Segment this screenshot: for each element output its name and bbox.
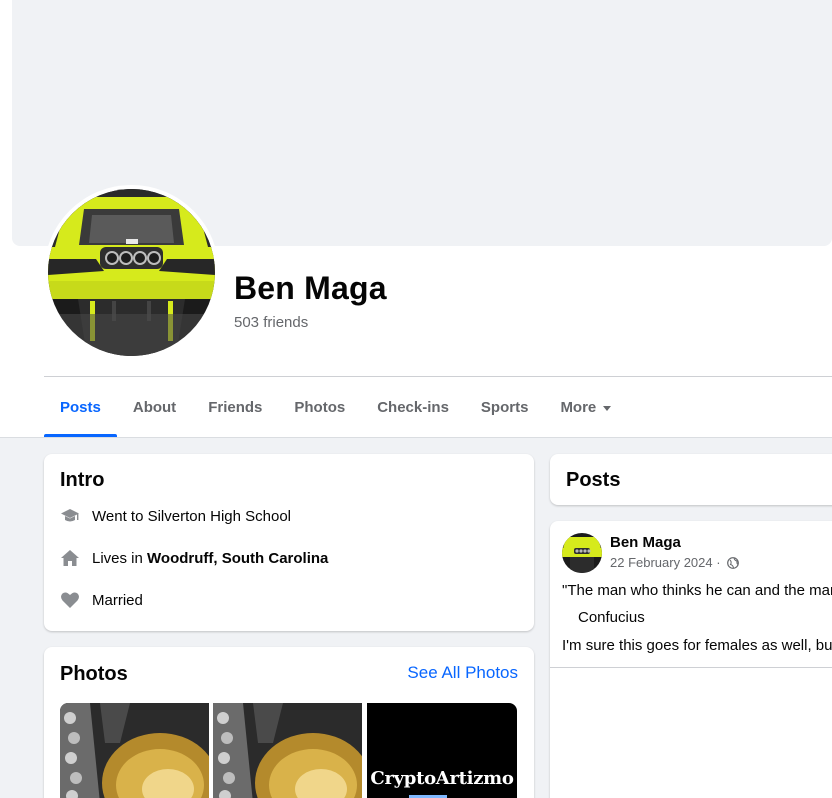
tab-label: Photos: [294, 398, 346, 416]
photo-thumbnail[interactable]: [60, 703, 209, 798]
education-text: Went to Silverton High School: [92, 507, 291, 525]
profile-name: Ben Maga: [234, 270, 387, 306]
post-card: Ben Maga 22 February 2024 · "The man who…: [550, 521, 832, 798]
tab-about[interactable]: About: [117, 377, 192, 437]
tab-check-ins[interactable]: Check-ins: [361, 377, 465, 437]
tab-label: Check-ins: [377, 398, 449, 416]
tab-label: Posts: [60, 398, 101, 416]
tab-more[interactable]: More: [544, 377, 627, 437]
post-quote: "The man who thinks he can and the man: [562, 582, 832, 599]
tab-sports[interactable]: Sports: [465, 377, 545, 437]
globe-icon: [727, 556, 740, 569]
friends-count[interactable]: 503 friends: [234, 314, 308, 331]
header-bottom-border: [0, 437, 832, 438]
heart-icon: [60, 590, 80, 610]
post-date[interactable]: 22 February 2024 ·: [610, 555, 724, 570]
posts-title: Posts: [566, 469, 621, 491]
profile-avatar[interactable]: [48, 189, 215, 356]
car-rear-avatar-image: [48, 189, 215, 356]
graduation-cap-icon: [60, 506, 80, 526]
post-meta: 22 February 2024 ·: [610, 555, 740, 570]
profile-tabs: Posts About Friends Photos Check-ins Spo…: [44, 377, 627, 437]
intro-card: Intro Went to Silverton High School Live…: [44, 454, 534, 631]
photos-title: Photos: [60, 663, 128, 685]
tab-posts[interactable]: Posts: [44, 377, 117, 437]
house-icon: [60, 548, 80, 568]
saxophone-photo-image: [213, 703, 362, 798]
lives-in-label: Lives in: [92, 549, 148, 567]
tab-label: Sports: [480, 398, 529, 416]
post-comment: I'm sure this goes for females as well, …: [562, 637, 832, 654]
post-author-avatar[interactable]: [562, 533, 602, 573]
see-all-photos-link[interactable]: See All Photos: [407, 663, 518, 683]
photos-card: Photos See All Photos CryptoArtizmo: [44, 647, 534, 798]
tab-label: About: [132, 398, 177, 416]
photo-thumbnail[interactable]: [213, 703, 362, 798]
intro-lives-in: Lives in Woodruff, South Carolina: [60, 548, 328, 568]
photo-watermark-text: CryptoArtizmo: [370, 768, 514, 789]
post-divider: [550, 667, 832, 668]
intro-education: Went to Silverton High School: [60, 506, 291, 526]
intro-relationship: Married: [60, 590, 143, 610]
caret-down-icon: [603, 405, 612, 411]
saxophone-photo-image: [60, 703, 209, 798]
tab-label: More: [560, 398, 597, 416]
relationship-text: Married: [92, 591, 143, 609]
post-author-name[interactable]: Ben Maga: [610, 534, 681, 551]
tab-label: Friends: [208, 398, 263, 416]
posts-header-card: Posts: [550, 454, 832, 505]
intro-title: Intro: [60, 469, 105, 491]
car-rear-avatar-image: [562, 533, 602, 573]
tab-photos[interactable]: Photos: [278, 377, 361, 437]
tab-friends[interactable]: Friends: [192, 377, 278, 437]
photo-thumbnail[interactable]: CryptoArtizmo: [367, 703, 517, 798]
post-attribution: Confucius: [578, 609, 645, 626]
lives-in-place-link[interactable]: Woodruff, South Carolina: [147, 550, 328, 567]
